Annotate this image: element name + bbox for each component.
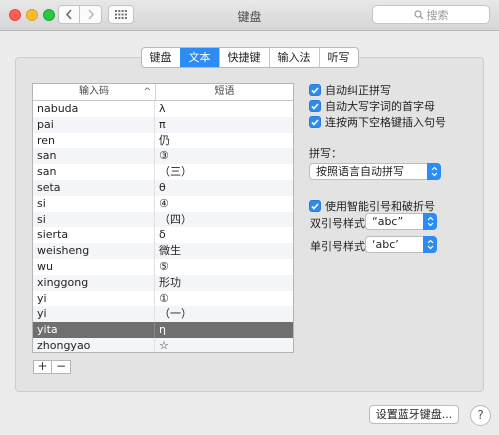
setup-bluetooth-keyboard-button[interactable]: 设置蓝牙键盘... bbox=[369, 405, 459, 424]
smart-quotes-checkbox[interactable]: 使用智能引号和破折号 bbox=[309, 198, 435, 214]
phrase-cell: ① bbox=[159, 291, 169, 305]
single-quote-select[interactable]: ‘abc’ bbox=[365, 236, 437, 253]
autocap-label: 自动大写字词的首字母 bbox=[325, 100, 435, 113]
search-placeholder: 搜索 bbox=[426, 8, 449, 22]
table-body: nabuda λ pai π ren 仍 san ③ san （三） seta θ si ④ … bbox=[33, 101, 293, 352]
search-icon bbox=[413, 9, 423, 19]
column-header-code[interactable]: 输入码 ^ bbox=[33, 84, 156, 100]
checkmark-icon bbox=[309, 84, 321, 96]
autocorrect-checkbox[interactable]: 自动纠正拼写 bbox=[309, 82, 391, 98]
code-cell: san bbox=[33, 148, 155, 165]
table-row[interactable]: weisheng 微生 bbox=[33, 243, 293, 259]
table-row[interactable]: si （四） bbox=[33, 211, 293, 228]
code-cell: yi bbox=[33, 290, 155, 307]
checkmark-icon bbox=[309, 100, 321, 112]
table-row[interactable]: seta θ bbox=[33, 179, 293, 196]
code-cell: yita bbox=[33, 322, 155, 338]
table-row[interactable]: san （三） bbox=[33, 164, 293, 180]
tab-input-sources[interactable]: 输入法 bbox=[268, 48, 319, 67]
code-cell: weisheng bbox=[33, 243, 155, 259]
text-replacement-table[interactable]: 输入码 ^ 短语 nabuda λ pai π ren 仍 san ③ san （三） s… bbox=[32, 83, 294, 353]
title-bar: 键盘 搜索 bbox=[0, 0, 499, 31]
table-row[interactable]: xinggong 形功 bbox=[33, 274, 293, 291]
code-cell: xinggong bbox=[33, 274, 155, 291]
table-row[interactable]: nabuda λ bbox=[33, 101, 293, 117]
updown-icon bbox=[427, 163, 441, 180]
code-cell: pai bbox=[33, 116, 155, 133]
phrase-cell: ③ bbox=[159, 149, 169, 163]
spelling-select-value: 按照语言自动拼写 bbox=[316, 165, 404, 178]
table-row[interactable]: sierta δ bbox=[33, 227, 293, 244]
add-button[interactable]: + bbox=[33, 360, 52, 374]
table-row[interactable]: ren 仍 bbox=[33, 132, 293, 149]
phrase-cell: ④ bbox=[159, 196, 169, 210]
single-quote-value: ‘abc’ bbox=[372, 238, 399, 251]
table-row[interactable]: wu ⑤ bbox=[33, 258, 293, 275]
double-quote-select[interactable]: “abc” bbox=[365, 213, 437, 230]
code-cell: si bbox=[33, 195, 155, 212]
checkmark-icon bbox=[309, 116, 321, 128]
code-cell: san bbox=[33, 164, 155, 180]
code-cell: yi bbox=[33, 306, 155, 323]
autocorrect-label: 自动纠正拼写 bbox=[325, 84, 391, 97]
table-row[interactable]: san ③ bbox=[33, 148, 293, 165]
code-cell: nabuda bbox=[33, 101, 155, 117]
table-row[interactable]: yi ① bbox=[33, 290, 293, 307]
tab-bar: 键盘 文本 快捷键 输入法 听写 bbox=[0, 47, 499, 68]
code-cell: zhongyao bbox=[33, 337, 155, 352]
autocap-checkbox[interactable]: 自动大写字词的首字母 bbox=[309, 98, 435, 114]
phrase-cell: λ bbox=[159, 102, 166, 115]
phrase-cell: 形功 bbox=[159, 275, 181, 289]
phrase-cell: （三） bbox=[159, 165, 192, 179]
spelling-select[interactable]: 按照语言自动拼写 bbox=[309, 163, 441, 180]
tab-text[interactable]: 文本 bbox=[179, 48, 219, 67]
help-button[interactable]: ? bbox=[470, 405, 491, 426]
code-cell: sierta bbox=[33, 227, 155, 244]
phrase-cell: ☆ bbox=[159, 338, 169, 352]
sort-ascending-icon: ^ bbox=[143, 87, 151, 97]
table-row[interactable]: si ④ bbox=[33, 195, 293, 212]
remove-button[interactable]: − bbox=[52, 360, 71, 374]
single-quote-label: 单引号样式 bbox=[310, 240, 365, 253]
code-cell: ren bbox=[33, 132, 155, 149]
phrase-cell: 仍 bbox=[159, 133, 170, 147]
spelling-label: 拼写： bbox=[309, 147, 342, 160]
phrase-cell: η bbox=[159, 323, 166, 337]
tab-dictation[interactable]: 听写 bbox=[318, 48, 358, 67]
phrase-cell: （四） bbox=[159, 212, 192, 226]
updown-icon bbox=[423, 213, 437, 230]
code-cell: seta bbox=[33, 179, 155, 196]
phrase-cell: 微生 bbox=[159, 244, 181, 258]
double-quote-value: “abc” bbox=[372, 215, 404, 228]
search-field[interactable]: 搜索 bbox=[372, 5, 490, 24]
code-cell: wu bbox=[33, 258, 155, 275]
phrase-cell: π bbox=[159, 117, 166, 131]
table-row[interactable]: zhongyao ☆ bbox=[33, 337, 293, 352]
tab-shortcuts[interactable]: 快捷键 bbox=[218, 48, 269, 67]
table-row[interactable]: pai π bbox=[33, 116, 293, 133]
phrase-cell: θ bbox=[159, 180, 166, 194]
phrase-cell: δ bbox=[159, 228, 166, 242]
double-space-period-checkbox[interactable]: 连按两下空格键插入句号 bbox=[309, 114, 446, 130]
double-quote-label: 双引号样式 bbox=[310, 217, 365, 230]
tab-keyboard[interactable]: 键盘 bbox=[142, 48, 180, 67]
table-header: 输入码 ^ 短语 bbox=[33, 84, 293, 101]
column-header-phrase[interactable]: 短语 bbox=[156, 84, 293, 100]
table-row[interactable]: yi （一） bbox=[33, 306, 293, 323]
checkmark-icon bbox=[309, 200, 321, 212]
phrase-cell: ⑤ bbox=[159, 259, 169, 273]
phrase-cell: （一） bbox=[159, 307, 192, 321]
code-cell: si bbox=[33, 211, 155, 228]
double-space-period-label: 连按两下空格键插入句号 bbox=[325, 116, 446, 129]
add-remove-controls: + − bbox=[33, 360, 71, 374]
updown-icon bbox=[423, 236, 437, 253]
smart-quotes-label: 使用智能引号和破折号 bbox=[325, 200, 435, 213]
table-row-selected[interactable]: yita η bbox=[33, 322, 293, 338]
column-header-code-label: 输入码 bbox=[79, 86, 109, 97]
